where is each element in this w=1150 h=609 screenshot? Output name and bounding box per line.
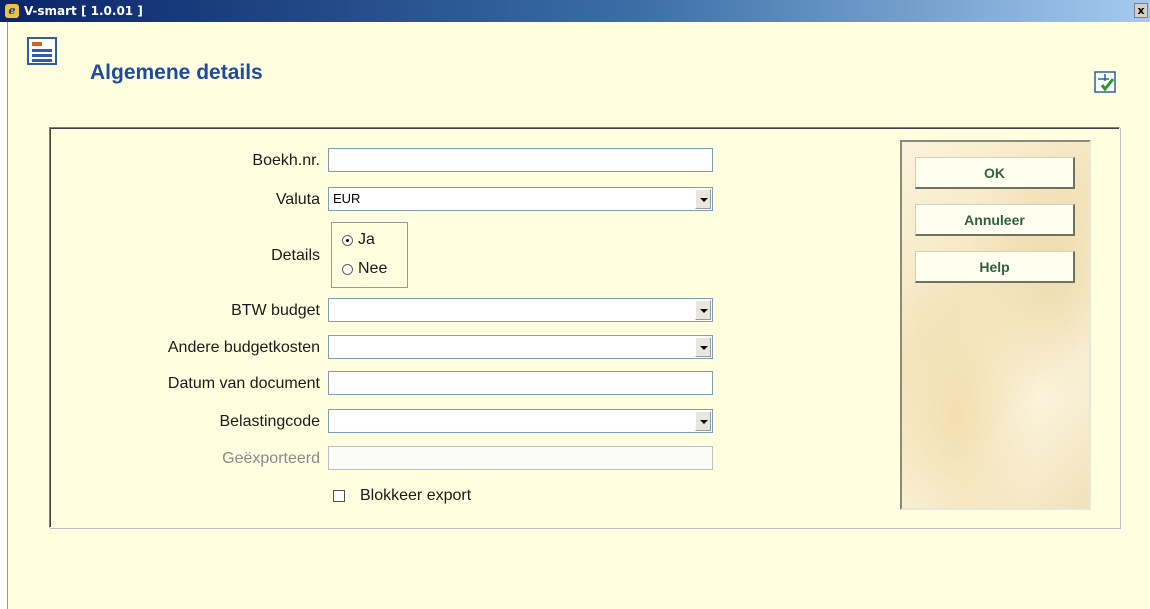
details-radio-nee[interactable]: Nee xyxy=(342,258,404,280)
valuta-label: Valuta xyxy=(275,191,320,208)
details-radio-group: Ja Nee xyxy=(331,222,408,288)
datum-van-document-input[interactable] xyxy=(328,371,713,395)
chevron-down-icon[interactable] xyxy=(695,337,711,357)
boekh-nr-input[interactable] xyxy=(328,148,713,172)
datum-van-document-label: Datum van document xyxy=(167,375,320,392)
help-button[interactable]: Help xyxy=(915,251,1075,283)
blokkeer-export-checkbox[interactable]: Blokkeer export xyxy=(333,486,513,506)
window-title: V-smart [ 1.0.01 ] xyxy=(24,4,143,18)
radio-unchecked-icon xyxy=(342,264,353,275)
btw-budget-select[interactable] xyxy=(328,298,713,322)
details-radio-ja[interactable]: Ja xyxy=(342,229,404,251)
form-list-icon xyxy=(27,37,57,65)
blokkeer-export-label: Blokkeer export xyxy=(360,487,472,504)
chevron-down-icon[interactable] xyxy=(695,411,711,431)
close-button[interactable]: x xyxy=(1134,3,1148,18)
geexporteerd-label: Geëxporteerd xyxy=(222,450,320,467)
radio-label-nee: Nee xyxy=(358,260,388,277)
app-icon: e xyxy=(5,4,19,18)
andere-budgetkosten-label: Andere budgetkosten xyxy=(167,339,320,356)
btw-budget-label: BTW budget xyxy=(231,302,320,319)
geexporteerd-input xyxy=(328,446,713,470)
chevron-down-icon[interactable] xyxy=(695,189,711,209)
cancel-button[interactable]: Annuleer xyxy=(915,204,1075,236)
ok-button[interactable]: OK xyxy=(915,157,1075,189)
details-label: Details xyxy=(271,247,320,264)
tree-check-icon[interactable] xyxy=(1093,70,1117,94)
radio-label-ja: Ja xyxy=(358,231,375,248)
valuta-value: EUR xyxy=(333,191,361,206)
valuta-select[interactable]: EUR xyxy=(328,187,713,211)
title-bar: e V-smart [ 1.0.01 ] x xyxy=(0,0,1150,22)
belastingcode-label: Belastingcode xyxy=(219,413,320,430)
boekh-nr-label: Boekh.nr. xyxy=(252,152,320,169)
radio-checked-icon xyxy=(342,235,353,246)
belastingcode-select[interactable] xyxy=(328,409,713,433)
chevron-down-icon[interactable] xyxy=(695,300,711,320)
checkbox-unchecked-icon xyxy=(333,490,345,502)
andere-budgetkosten-select[interactable] xyxy=(328,335,713,359)
button-panel xyxy=(900,140,1091,510)
page-title: Algemene details xyxy=(90,61,263,84)
